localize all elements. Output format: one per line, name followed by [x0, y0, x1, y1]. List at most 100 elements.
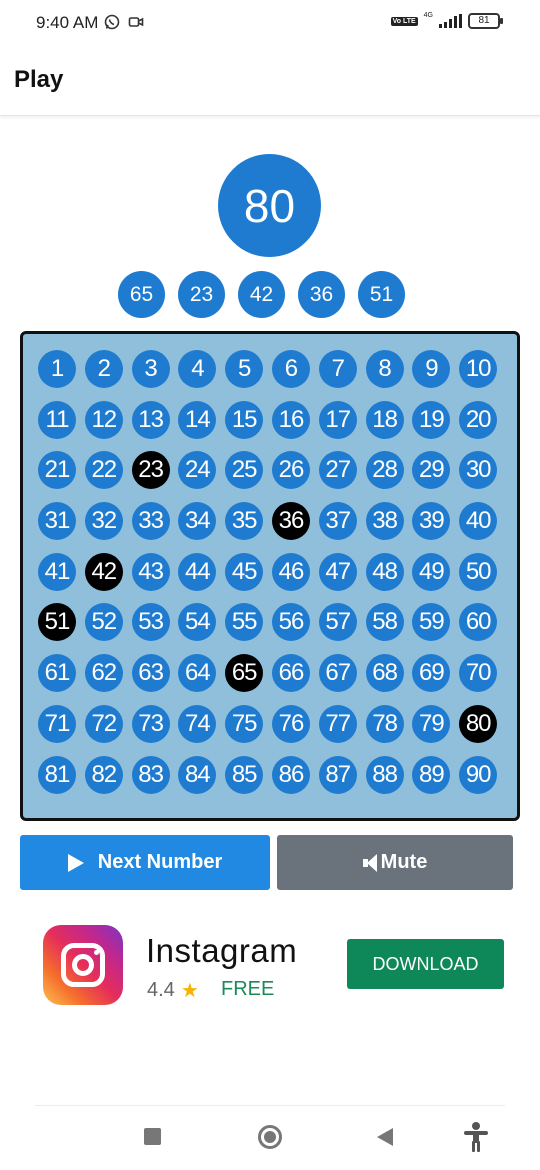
ad-app-name[interactable]: Instagram [146, 932, 297, 970]
board-cell-called: 51 [38, 603, 76, 642]
signal-icon [439, 14, 462, 28]
board-cell: 45 [225, 552, 264, 591]
board-cell: 31 [38, 502, 76, 541]
board-cell: 62 [84, 654, 123, 693]
board-cell: 26 [271, 451, 310, 490]
board-cell: 28 [365, 451, 404, 490]
board-cell: 63 [131, 654, 170, 693]
mute-label: Mute [380, 851, 428, 873]
board-cell: 35 [225, 502, 264, 541]
board-cell: 5 [225, 350, 264, 388]
board-cell: 72 [84, 704, 123, 743]
board-cell: 66 [271, 654, 310, 693]
board-cell: 82 [84, 755, 123, 794]
board-cell: 84 [178, 755, 217, 794]
instagram-logo-icon[interactable] [43, 925, 123, 1005]
board-cell: 46 [271, 552, 310, 591]
battery-level: 81 [478, 15, 490, 26]
board-cell-called: 23 [131, 451, 170, 490]
board-cell: 90 [459, 755, 498, 794]
current-number-ball: 80 [218, 154, 321, 257]
board-cell: 20 [459, 400, 498, 439]
number-board: 1 2 3 4 5 6 7 8 9 10 11 12 13 14 15 16 17 18 19 20 21 22 23 24 2… [20, 331, 520, 821]
home-circle-icon[interactable] [258, 1125, 282, 1149]
board-cell: 49 [412, 552, 451, 591]
board-cell: 27 [318, 451, 357, 490]
board-cell: 39 [412, 502, 451, 541]
board-cell: 3 [131, 350, 170, 388]
next-number-label: Next Number [97, 851, 223, 873]
board-cell: 13 [131, 400, 170, 439]
app-bar: Play [0, 48, 540, 116]
board-cell: 77 [318, 704, 357, 743]
mute-button[interactable]: Mute [277, 835, 513, 890]
board-cell: 21 [38, 451, 76, 490]
board-cell: 78 [365, 704, 404, 743]
board-cell: 73 [131, 704, 170, 743]
recents-square-icon[interactable] [144, 1128, 161, 1145]
board-cell: 59 [412, 603, 451, 642]
battery-icon: 81 [468, 13, 503, 29]
board-cell: 76 [271, 704, 310, 743]
recent-number-ball: 23 [178, 271, 225, 318]
board-cell: 64 [178, 654, 217, 693]
board-cell: 11 [38, 400, 76, 439]
board-cell: 37 [318, 502, 357, 541]
board-cell: 57 [318, 603, 357, 642]
board-cell: 69 [412, 654, 451, 693]
status-system-icons: Vo LTE 4G 81 [390, 12, 503, 29]
speaker-icon [362, 853, 377, 872]
board-cell: 50 [459, 552, 498, 591]
board-cell: 8 [365, 350, 404, 388]
board-cell: 56 [271, 603, 310, 642]
board-cell: 1 [38, 350, 76, 388]
board-cell: 4 [178, 350, 217, 388]
board-cell: 54 [178, 603, 217, 642]
recent-numbers: 65 23 42 36 51 [118, 271, 405, 318]
next-number-button[interactable]: Next Number [20, 835, 270, 890]
board-cell: 55 [225, 603, 264, 642]
number-grid: 1 2 3 4 5 6 7 8 9 10 11 12 13 14 15 16 17 18 19 20 21 22 23 24 2… [38, 350, 517, 794]
board-cell-called: 36 [271, 502, 310, 541]
nav-divider [35, 1105, 505, 1106]
status-time: 9:40 AM [36, 13, 99, 32]
board-cell: 67 [318, 654, 357, 693]
board-cell: 22 [84, 451, 123, 490]
board-cell: 33 [131, 502, 170, 541]
board-cell: 47 [318, 552, 357, 591]
board-cell: 24 [178, 451, 217, 490]
ad-rating-value: 4.4 [147, 979, 175, 1001]
board-cell: 7 [318, 350, 357, 388]
board-cell: 68 [365, 654, 404, 693]
board-cell: 60 [459, 603, 498, 642]
board-cell: 15 [225, 400, 264, 439]
board-cell: 2 [84, 350, 123, 388]
board-cell: 41 [38, 552, 76, 591]
board-cell: 74 [178, 704, 217, 743]
board-cell: 87 [318, 755, 357, 794]
play-icon [67, 853, 84, 872]
board-cell: 25 [225, 451, 264, 490]
board-cell-called: 42 [84, 552, 123, 591]
back-triangle-icon[interactable] [377, 1128, 393, 1146]
recent-number-ball: 51 [358, 271, 405, 318]
board-cell: 43 [131, 552, 170, 591]
status-bar: 9:40 AM Vo LTE 4G 81 [0, 0, 540, 48]
accessibility-icon[interactable] [464, 1122, 488, 1152]
page-title: Play [14, 66, 64, 93]
board-cell: 9 [412, 350, 451, 388]
board-cell: 70 [459, 654, 498, 693]
whatsapp-icon [104, 14, 120, 30]
board-cell: 34 [178, 502, 217, 541]
download-button[interactable]: DOWNLOAD [347, 939, 504, 989]
board-cell: 61 [38, 654, 76, 693]
ad-rating: 4.4 ★ [147, 978, 199, 1003]
board-cell: 14 [178, 400, 217, 439]
board-cell: 17 [318, 400, 357, 439]
recent-number-ball: 65 [118, 271, 165, 318]
volte-icon: Vo LTE [390, 16, 418, 26]
board-cell: 85 [225, 755, 264, 794]
board-cell-called: 65 [225, 654, 264, 693]
board-cell: 48 [365, 552, 404, 591]
board-cell: 81 [38, 755, 76, 794]
